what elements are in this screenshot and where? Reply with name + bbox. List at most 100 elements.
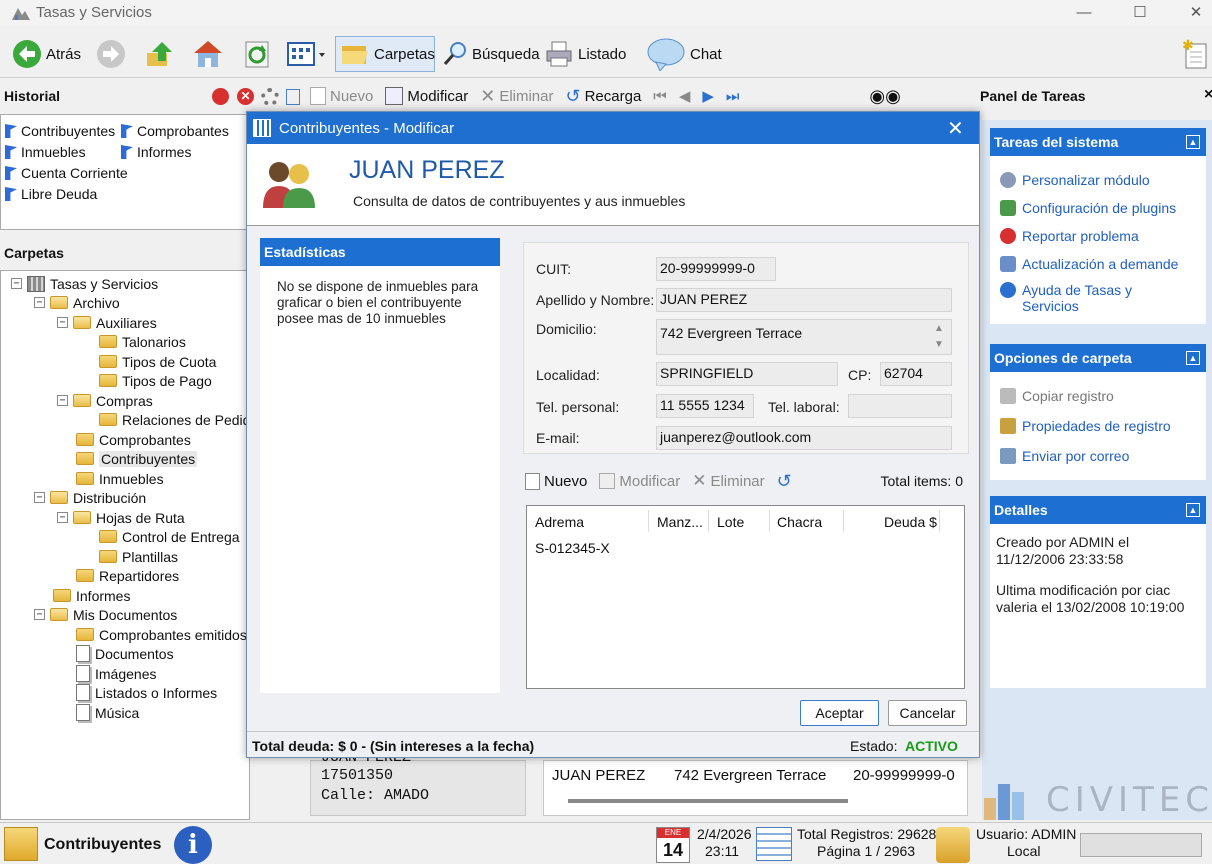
collapse-up-icon[interactable]: ▲ — [1186, 351, 1200, 365]
tree-node-hojas-de-ruta[interactable]: − Hojas de Ruta — [57, 508, 185, 527]
home-button[interactable] — [188, 36, 228, 72]
back-button[interactable]: Atrás — [8, 36, 85, 72]
column-header-adrema[interactable]: Adrema — [535, 514, 584, 530]
tree-node-distribucion[interactable]: − Distribución — [34, 488, 146, 507]
option-record-properties[interactable]: Propiedades de registro — [990, 418, 1206, 434]
last-record-button[interactable]: ⏭ — [720, 84, 746, 108]
history-item[interactable]: Informes — [121, 142, 191, 162]
option-send-email[interactable]: Enviar por correo — [990, 448, 1206, 464]
tree-node-comprobantes[interactable]: Comprobantes — [76, 430, 191, 449]
tree-node-tipos-de-cuota[interactable]: Tipos de Cuota — [99, 352, 216, 371]
tree-node-tasas-y-servicios[interactable]: − Tasas y Servicios — [11, 274, 158, 293]
cancel-button[interactable]: Cancelar — [888, 700, 967, 726]
history-item[interactable]: Libre Deuda — [5, 184, 97, 204]
records-delete-button[interactable]: ✕ Eliminar — [474, 84, 559, 108]
property-delete-button[interactable]: ✕ Eliminar — [686, 469, 770, 493]
forward-button[interactable] — [92, 36, 130, 72]
email-field[interactable]: juanperez@outlook.com — [656, 426, 952, 450]
accept-button[interactable]: Aceptar — [800, 700, 879, 726]
first-record-button[interactable]: ⏮ — [647, 84, 673, 108]
name-field[interactable]: JUAN PEREZ — [656, 288, 952, 312]
up-folder-button[interactable] — [140, 36, 178, 72]
cp-field[interactable]: 62704 — [880, 362, 952, 386]
city-field[interactable]: SPRINGFIELD — [656, 362, 838, 386]
dialog-close-button[interactable]: ✕ — [947, 116, 964, 141]
tree-node-musica[interactable]: Música — [76, 703, 139, 722]
collapse-up-icon[interactable]: ▲ — [1186, 135, 1200, 149]
property-edit-button[interactable]: Modificar — [593, 469, 686, 493]
new-document-button[interactable]: ✱ — [1176, 36, 1212, 72]
folder-options-header[interactable]: Opciones de carpeta ▲ — [990, 344, 1206, 372]
refresh-button[interactable] — [238, 36, 276, 72]
next-record-button[interactable]: ▶ — [696, 84, 720, 108]
details-header[interactable]: Detalles ▲ — [990, 496, 1206, 524]
collapse-up-icon[interactable]: ▲ — [1186, 503, 1200, 517]
property-new-button[interactable]: Nuevo — [523, 469, 593, 493]
records-edit-button[interactable]: Modificar — [379, 84, 474, 108]
history-item[interactable]: Cuenta Corriente — [5, 163, 128, 183]
scroll-down-icon[interactable]: ▼ — [934, 339, 944, 350]
property-reload-button[interactable]: ↺ — [771, 469, 798, 493]
history-options-icon[interactable] — [286, 89, 300, 105]
tree-node-imagenes[interactable]: Imágenes — [76, 664, 156, 683]
task-report-problem[interactable]: Reportar problema — [990, 228, 1206, 244]
system-tasks-header[interactable]: Tareas del sistema ▲ — [990, 128, 1206, 156]
scroll-up-icon[interactable]: ▲ — [934, 323, 944, 334]
folders-button[interactable]: Carpetas — [335, 36, 435, 72]
collapse-toggle-icon[interactable]: − — [57, 512, 68, 523]
tree-node-tipos-de-pago[interactable]: Tipos de Pago — [99, 371, 212, 390]
collapse-toggle-icon[interactable]: − — [34, 492, 45, 503]
tree-node-documentos[interactable]: Documentos — [76, 644, 174, 663]
tree-node-archivo[interactable]: − Archivo — [34, 293, 120, 312]
tree-node-listados-o-informes[interactable]: Listados o Informes — [76, 683, 217, 702]
close-window-button[interactable]: ✕ — [1182, 2, 1210, 24]
previous-record-button[interactable]: ◀ — [673, 84, 697, 108]
collapse-toggle-icon[interactable]: − — [57, 317, 68, 328]
collapse-toggle-icon[interactable]: − — [34, 609, 45, 620]
tree-node-inmuebles[interactable]: Inmuebles — [76, 469, 164, 488]
history-item[interactable]: Comprobantes — [121, 121, 229, 141]
tree-node-comprobantes-emitidos[interactable]: Comprobantes emitidos — [76, 625, 247, 644]
binoculars-button[interactable]: ◉◉ — [863, 84, 906, 108]
info-icon[interactable]: i — [174, 826, 212, 864]
work-phone-field[interactable] — [848, 394, 952, 418]
clear-history-icon[interactable]: ✕ — [237, 88, 254, 105]
maximize-button[interactable]: ☐ — [1126, 2, 1154, 24]
tree-node-auxiliares[interactable]: − Auxiliares — [57, 313, 157, 332]
option-copy-record[interactable]: Copiar registro — [990, 388, 1206, 404]
task-panel-close-button[interactable]: × — [1204, 86, 1212, 104]
column-header-manzana[interactable]: Manz... — [657, 514, 703, 530]
cuit-field[interactable]: 20-99999999-0 — [656, 257, 776, 281]
history-item[interactable]: Inmuebles — [5, 142, 86, 162]
task-update-on-demand[interactable]: Actualización a demande — [990, 256, 1206, 272]
table-row[interactable]: S-012345-X — [535, 540, 610, 556]
tree-node-control-de-entrega[interactable]: Control de Entrega — [99, 527, 240, 546]
tree-node-informes[interactable]: Informes — [53, 586, 130, 605]
task-help[interactable]: Ayuda de Tasas y Servicios — [990, 282, 1150, 314]
minimize-button[interactable]: — — [1070, 2, 1098, 24]
search-button[interactable]: Búsqueda — [438, 36, 544, 72]
tree-node-contribuyentes[interactable]: Contribuyentes — [76, 449, 198, 468]
column-header-lote[interactable]: Lote — [717, 514, 744, 530]
records-reload-button[interactable]: ↺ Recarga — [560, 84, 648, 108]
settings-gear-icon[interactable] — [261, 88, 279, 106]
task-customize-module[interactable]: Personalizar módulo — [990, 172, 1206, 188]
phone-field[interactable]: 11 5555 1234 — [656, 394, 754, 418]
history-item[interactable]: Contribuyentes — [5, 121, 115, 141]
tree-node-repartidores[interactable]: Repartidores — [76, 566, 179, 585]
address-field[interactable]: 742 Evergreen Terrace — [656, 319, 952, 355]
collapse-toggle-icon[interactable]: − — [11, 278, 22, 289]
stop-icon[interactable] — [212, 88, 229, 105]
task-plugin-config[interactable]: Configuración de plugins — [990, 200, 1206, 216]
collapse-toggle-icon[interactable]: − — [34, 297, 45, 308]
records-new-button[interactable]: Nuevo — [304, 84, 379, 108]
tree-node-mis-documentos[interactable]: − Mis Documentos — [34, 605, 177, 624]
view-options-button[interactable] — [282, 36, 330, 72]
tree-node-compras[interactable]: − Compras — [57, 391, 153, 410]
column-header-chacra[interactable]: Chacra — [777, 514, 822, 530]
list-button[interactable]: Listado — [540, 36, 630, 72]
horizontal-scrollbar[interactable] — [568, 799, 848, 803]
chat-button[interactable]: Chat — [642, 36, 726, 72]
column-header-deuda[interactable]: Deuda $ — [884, 514, 937, 530]
collapse-toggle-icon[interactable]: − — [57, 395, 68, 406]
